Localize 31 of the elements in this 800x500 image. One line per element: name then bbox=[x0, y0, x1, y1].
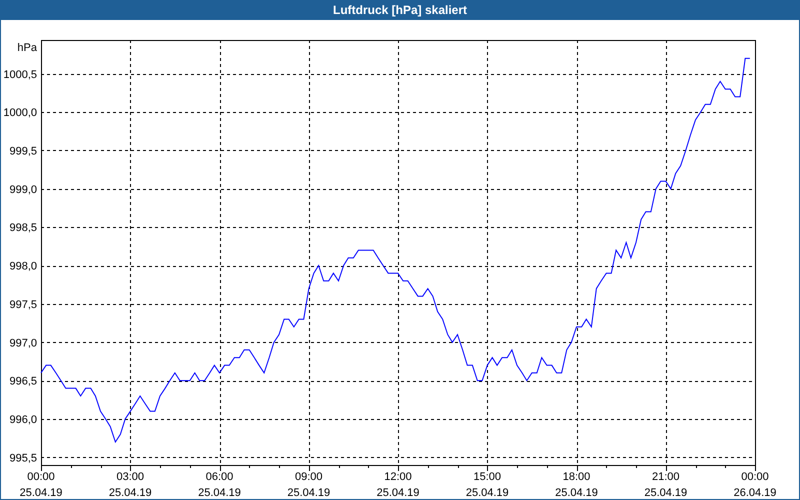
y-tick-label: 998,5 bbox=[9, 222, 37, 234]
x-date-label: 25.04.19 bbox=[108, 487, 152, 499]
x-tick-label: 03:00 bbox=[116, 471, 144, 483]
y-tick-label: 999,5 bbox=[9, 145, 37, 158]
x-tick-label: 21:00 bbox=[652, 471, 680, 483]
chart-title: Luftdruck [hPa] skaliert bbox=[332, 3, 468, 17]
x-date-label: 25.04.19 bbox=[644, 487, 688, 499]
y-axis-unit: hPa bbox=[17, 42, 37, 54]
y-tick-label: 999,0 bbox=[9, 184, 37, 196]
y-tick-label: 998,0 bbox=[9, 260, 37, 273]
y-tick-label: 996,5 bbox=[9, 376, 37, 388]
y-tick-label: 997,5 bbox=[9, 298, 37, 311]
y-tick-label: 1000,0 bbox=[3, 107, 37, 120]
x-date-label: 25.04.19 bbox=[555, 487, 598, 499]
y-tick-label: 1000,5 bbox=[3, 68, 37, 81]
x-date-label: 25.04.19 bbox=[287, 487, 330, 499]
x-date-label: 25.04.19 bbox=[20, 487, 62, 499]
x-date-label: 25.04.19 bbox=[376, 487, 420, 499]
x-date-label: 26.04.19 bbox=[734, 487, 776, 499]
x-tick-label: 12:00 bbox=[384, 471, 412, 483]
x-tick-label: 09:00 bbox=[294, 471, 323, 483]
x-date-label: 25.04.19 bbox=[466, 487, 509, 499]
y-tick-label: 995,5 bbox=[9, 452, 37, 464]
x-tick-label: 00:00 bbox=[741, 471, 769, 483]
y-tick-label: 997,0 bbox=[9, 337, 37, 350]
x-tick-label: 06:00 bbox=[206, 471, 234, 483]
x-tick-label: 15:00 bbox=[473, 471, 502, 483]
x-tick-label: 18:00 bbox=[562, 471, 590, 483]
x-date-label: 25.04.19 bbox=[198, 487, 241, 499]
y-tick-label: 996,0 bbox=[9, 414, 37, 426]
x-tick-label: 00:00 bbox=[27, 471, 55, 483]
